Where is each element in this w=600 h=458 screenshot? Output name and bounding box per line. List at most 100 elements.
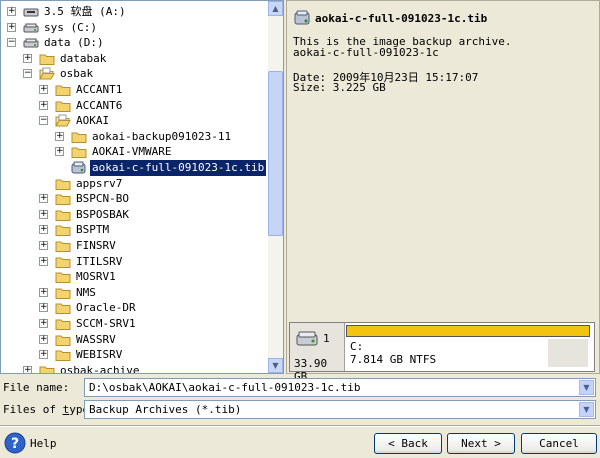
tree-item[interactable]: + aokai-backup091023-11 [1, 129, 268, 145]
tree-scrollbar[interactable]: ▲ ▼ [268, 1, 283, 373]
tree-item-label: NMS [76, 285, 96, 299]
folder-icon [55, 239, 71, 252]
archive-description-name: aokai-c-full-091023-1c [293, 46, 439, 59]
expand-icon[interactable]: + [7, 7, 16, 16]
expand-icon[interactable]: + [39, 194, 48, 204]
partition-usage-bar [346, 325, 590, 337]
expand-icon[interactable]: + [39, 303, 48, 313]
tree-item[interactable]: + WASSRV [1, 332, 268, 348]
expand-icon[interactable]: + [39, 209, 48, 219]
tree-item-label: ACCANT1 [76, 83, 123, 96]
tree-item[interactable]: + AOKAI-VMWARE [1, 144, 268, 160]
expand-icon[interactable]: + [39, 100, 48, 110]
tree-item[interactable]: appsrv7 [1, 176, 268, 192]
expand-icon[interactable]: + [39, 225, 48, 235]
chevron-down-icon[interactable]: ▼ [579, 380, 594, 395]
tree-item[interactable]: + ITILSRV [1, 254, 268, 270]
tree-item[interactable]: + FINSRV [1, 238, 268, 254]
folder-open-icon [55, 114, 71, 127]
archive-size: Size: 3.225 GB [293, 81, 386, 94]
expand-icon[interactable]: + [39, 256, 48, 266]
expand-icon[interactable]: + [39, 350, 48, 360]
expand-icon[interactable]: + [7, 22, 16, 32]
archive-info-panel: aokai-c-full-091023-1c.tib This is the i… [286, 0, 600, 374]
unallocated-area [548, 339, 588, 367]
tree-item[interactable]: + BSPOSBAK [1, 207, 268, 223]
partition-c[interactable]: C: 7.814 GB NTFS [346, 325, 592, 369]
folder-open-icon [39, 67, 55, 80]
floppy-drive-icon [23, 5, 39, 18]
collapse-icon[interactable]: − [23, 69, 32, 79]
tree-item-label: aokai-c-full-091023-1c.tib [88, 159, 268, 177]
folder-icon [55, 223, 71, 237]
tree-item-label: BSPCN-BO [76, 192, 129, 206]
tree-item-label: WASSRV [76, 332, 116, 346]
tree-item[interactable]: + WEBISRV [1, 347, 268, 363]
tree-item-label: osbak [60, 67, 94, 81]
backup-archive-icon [294, 10, 310, 25]
tree-item-label: AOKAI-VMWARE [92, 145, 172, 159]
expand-icon[interactable]: + [39, 334, 48, 344]
tree-item-label: osbak-achive [60, 363, 140, 374]
tree-item[interactable]: + NMS [1, 285, 268, 301]
disk-number: 1 [323, 332, 330, 345]
folder-icon [55, 83, 71, 96]
tree-item[interactable]: + sys (C:) [1, 20, 268, 36]
expand-icon[interactable]: + [39, 85, 48, 94]
tree-item-label: Oracle-DR [76, 301, 136, 315]
tree-item-label: databak [60, 51, 107, 65]
collapse-icon[interactable]: − [7, 38, 16, 48]
back-button[interactable]: < Back [374, 433, 442, 454]
tree-item[interactable]: aokai-c-full-091023-1c.tib [1, 159, 268, 177]
filename-combobox[interactable]: D:\osbak\AOKAI\aokai-c-full-091023-1c.ti… [84, 378, 596, 397]
expand-icon[interactable]: + [55, 147, 64, 157]
filename-value: D:\osbak\AOKAI\aokai-c-full-091023-1c.ti… [89, 381, 361, 394]
folder-icon [71, 145, 87, 159]
tree-item-label: aokai-backup091023-11 [92, 129, 232, 143]
tree-item[interactable]: + SCCM-SRV1 [1, 316, 268, 332]
tree-item-label: BSPTM [76, 223, 110, 237]
filetype-value: Backup Archives (*.tib) [89, 403, 242, 416]
hard-disk-icon [296, 331, 318, 346]
chevron-down-icon[interactable]: ▼ [579, 402, 594, 417]
tree-item-label: sys (C:) [44, 20, 97, 34]
tree-item[interactable]: − AOKAI [1, 113, 268, 129]
expand-icon[interactable]: + [55, 131, 64, 141]
tree-item[interactable]: + BSPTM [1, 222, 268, 238]
folder-icon [55, 208, 71, 221]
help-label: Help [30, 437, 57, 450]
folder-tree[interactable]: +3.5 软盘 (A:) + sys (C:) − data (D:) + databak −… [0, 0, 284, 374]
tree-item-label: data (D:) [44, 36, 104, 50]
collapse-icon[interactable]: − [39, 116, 48, 126]
tree-item[interactable]: − data (D:) [1, 35, 268, 51]
tree-item[interactable]: + databak [1, 51, 268, 67]
expand-icon[interactable]: + [23, 365, 32, 373]
next-button[interactable]: Next > [447, 433, 515, 454]
folder-icon [55, 348, 71, 362]
filetype-label: Files of type: [3, 403, 96, 416]
scroll-up-button[interactable]: ▲ [268, 1, 283, 16]
tree-item-label: WEBISRV [76, 348, 123, 362]
folder-icon [55, 286, 71, 299]
tree-item[interactable]: + ACCANT1 [1, 82, 268, 98]
expand-icon[interactable]: + [39, 287, 48, 297]
tree-item[interactable]: + Oracle-DR [1, 300, 268, 316]
tree-item[interactable]: − osbak [1, 66, 268, 82]
tree-item[interactable]: + osbak-achive [1, 363, 268, 374]
hard-drive-icon [23, 21, 39, 34]
tree-item[interactable]: + ACCANT6 [1, 98, 268, 114]
tree-item[interactable]: + BSPCN-BO [1, 191, 268, 207]
partition-info: 7.814 GB NTFS [350, 353, 437, 366]
folder-icon [55, 270, 71, 284]
scroll-down-button[interactable]: ▼ [268, 358, 283, 373]
expand-icon[interactable]: + [39, 241, 48, 250]
tree-item[interactable]: MOSRV1 [1, 269, 268, 285]
scroll-thumb[interactable] [268, 71, 283, 236]
cancel-button[interactable]: Cancel [521, 433, 597, 454]
filetype-combobox[interactable]: Backup Archives (*.tib) ▼ [84, 400, 596, 419]
tree-item[interactable]: +3.5 软盘 (A:) [1, 4, 268, 20]
expand-icon[interactable]: + [23, 53, 32, 63]
folder-icon [55, 301, 71, 315]
divider [0, 425, 600, 427]
expand-icon[interactable]: + [39, 319, 48, 328]
